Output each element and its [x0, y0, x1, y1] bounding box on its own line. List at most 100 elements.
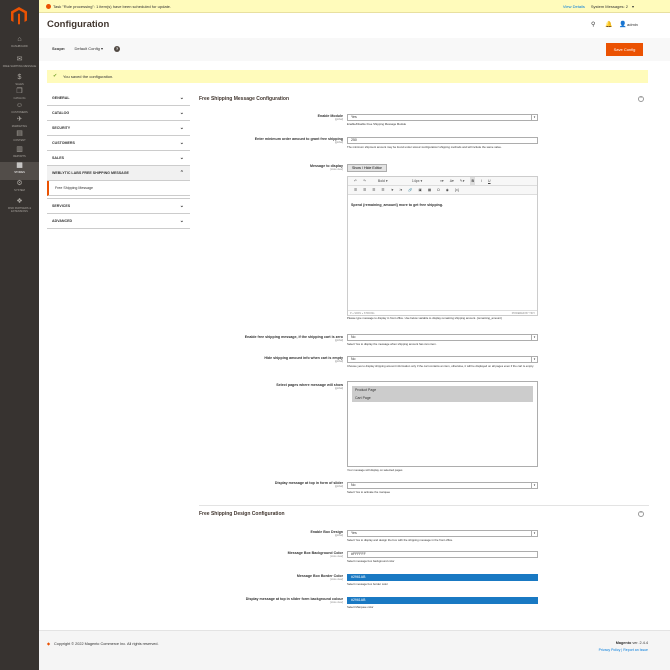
section-title-design[interactable]: Free Shipping Design Configuration: [199, 511, 285, 517]
bold-icon[interactable]: B: [470, 177, 476, 186]
powered-by: POWERED BY TINY: [511, 312, 535, 315]
menu-item-catalog[interactable]: ❒ Catalog: [0, 88, 39, 102]
magento-logo-icon[interactable]: [9, 6, 29, 26]
link-icon[interactable]: 🔗: [408, 186, 412, 195]
notifications-bell-icon[interactable]: 🔔: [605, 21, 612, 28]
text-color-icon[interactable]: A▾: [450, 177, 454, 186]
zero-cart-select[interactable]: No ▾: [347, 334, 538, 341]
config-subtab-free-shipping-message[interactable]: Free Shipping Message: [47, 181, 190, 196]
scope-hint: [global]: [334, 360, 343, 363]
scope-hint: [store view]: [330, 168, 343, 171]
menu-item-reports[interactable]: ▥ Reports: [0, 146, 39, 162]
slider-bg-color-input[interactable]: #2961AB: [347, 597, 538, 604]
italic-icon[interactable]: I: [481, 177, 482, 186]
sales-icon: $: [17, 74, 22, 81]
border-color-input[interactable]: #2961AB: [347, 574, 538, 581]
redo-icon[interactable]: ↷: [363, 177, 366, 186]
chevron-down-icon: ⌄: [179, 95, 184, 101]
min-amount-label: Enter minimum order amount to grant free…: [203, 137, 343, 144]
collapse-icon[interactable]: ⌃: [638, 96, 644, 102]
size-dropdown[interactable]: 14px ▾: [406, 177, 434, 186]
menu-item-label: Find Partners & Extensions: [7, 207, 32, 213]
menu-item-label: Catalog: [13, 97, 26, 100]
format-dropdown[interactable]: Bold ▾: [372, 177, 400, 186]
numbered-list-icon[interactable]: ⁞▾: [399, 186, 402, 195]
widget-icon[interactable]: ◉: [446, 186, 449, 195]
menu-item-free-shipping[interactable]: ✉ Free Shipping Message: [0, 56, 39, 74]
menu-item-system[interactable]: ⚙ System: [0, 180, 39, 198]
page-option[interactable]: Cart Page: [352, 394, 533, 402]
chevron-down-icon: ▾: [531, 483, 537, 488]
slider-select[interactable]: No ▾: [347, 482, 538, 489]
pages-label: Select pages where message will show [glo…: [203, 383, 343, 390]
bullet-list-icon[interactable]: ⁝▾: [391, 186, 394, 195]
bg-color-note: Select message box background color: [347, 559, 395, 563]
align-center-icon[interactable]: ☰: [363, 186, 366, 195]
align-icon[interactable]: ≡▾: [440, 177, 444, 186]
user-icon[interactable]: 👤: [619, 21, 626, 28]
tab-label: SALES: [52, 156, 64, 160]
system-messages-link[interactable]: System Messages: 2: [591, 4, 628, 9]
collapse-icon[interactable]: ⌃: [638, 511, 644, 517]
enable-box-select[interactable]: Yes ▾: [347, 530, 538, 537]
slider-bg-label: Display message at top in slider form ba…: [203, 597, 343, 604]
align-left-icon[interactable]: ☰: [354, 186, 357, 195]
free-shipping-icon: ✉: [16, 56, 23, 63]
footer: [39, 630, 670, 670]
user-name[interactable]: admin: [627, 22, 638, 27]
hide-info-select[interactable]: No ▾: [347, 356, 538, 363]
menu-item-marketing[interactable]: ✈ Marketing: [0, 116, 39, 130]
config-tab[interactable]: ADVANCED ⌄: [47, 214, 190, 229]
image-icon[interactable]: ▣: [419, 186, 422, 195]
save-config-button[interactable]: Save Config: [606, 43, 643, 56]
config-tab[interactable]: SALES ⌄: [47, 151, 190, 166]
report-issue-link[interactable]: Report an Issue: [623, 648, 648, 652]
chevron-down-icon[interactable]: ▾: [632, 4, 634, 9]
menu-item-label: Reports: [13, 155, 26, 158]
search-icon[interactable]: ⚲: [591, 21, 595, 28]
menu-item-partners[interactable]: ❖ Find Partners & Extensions: [0, 198, 39, 216]
config-tabs: GENERAL ⌄ CATALOG ⌄ SECURITY ⌄ CUSTOMERS ⌄ SALES…: [47, 91, 190, 229]
show-hide-editor-button[interactable]: Show / Hide Editor: [347, 164, 387, 172]
chevron-down-icon: ⌄: [179, 110, 184, 116]
bg-color-label: Message Box Background Color [store view]: [203, 551, 343, 558]
config-tab[interactable]: SERVICES ⌄: [47, 199, 190, 214]
notice-text: Task "Rule processing": 1 item(s) have b…: [53, 4, 172, 9]
menu-item-label: Stores: [14, 171, 25, 174]
warning-icon: [46, 4, 51, 9]
pages-multiselect[interactable]: Product Page Cart Page: [347, 381, 538, 467]
editor-content[interactable]: Spend {remaining_amount} more to get fre…: [351, 203, 443, 207]
field-label-text: Enter minimum order amount to grant free…: [254, 137, 343, 141]
align-justify-icon[interactable]: ☰: [381, 186, 384, 195]
table-icon[interactable]: ▦: [428, 186, 431, 195]
highlight-icon[interactable]: ✎▾: [460, 177, 465, 186]
menu-item-customers[interactable]: ☺ Customers: [0, 102, 39, 116]
wysiwyg-editor[interactable]: ↶ ↷ Bold ▾ 14px ▾ ≡▾ A▾ ✎▾ B I U ☰ ☰ ☰ ☰ ⁝▾ ⁞▾ 🔗 ▣ ▦ Ω ◉ {x} S…: [347, 176, 538, 316]
menu-item-sales[interactable]: $ Sales: [0, 74, 39, 88]
editor-toolbar-1: ↶ ↷ Bold ▾ 14px ▾ ≡▾ A▾ ✎▾ B I U: [348, 177, 537, 186]
tab-label: SECURITY: [52, 126, 71, 130]
special-char-icon[interactable]: Ω: [437, 186, 440, 195]
config-tab[interactable]: GENERAL ⌄: [47, 91, 190, 106]
page-option[interactable]: Product Page: [352, 386, 533, 394]
variable-icon[interactable]: {x}: [455, 186, 459, 195]
section-title-message[interactable]: Free Shipping Message Configuration: [199, 96, 289, 102]
config-tab[interactable]: CATALOG ⌄: [47, 106, 190, 121]
menu-item-stores[interactable]: ▦ Stores: [0, 162, 39, 180]
privacy-policy-link[interactable]: Privacy Policy: [599, 648, 621, 652]
config-tab[interactable]: WEBLYTIC LABS FREE SHIPPING MESSAGE ⌃: [47, 166, 190, 181]
border-color-note: Select message box border color: [347, 582, 388, 586]
enable-module-select[interactable]: Yes ▾: [347, 114, 538, 121]
config-tab[interactable]: CUSTOMERS ⌄: [47, 136, 190, 151]
align-right-icon[interactable]: ☰: [372, 186, 375, 195]
min-amount-input[interactable]: 250: [347, 137, 538, 144]
undo-icon[interactable]: ↶: [354, 177, 357, 186]
help-icon[interactable]: ?: [114, 46, 121, 52]
bg-color-input[interactable]: #FFFFFF: [347, 551, 538, 558]
underline-icon[interactable]: U: [488, 177, 491, 186]
menu-item-content[interactable]: ▤ Content: [0, 130, 39, 146]
scope-dropdown[interactable]: Default Config ▾: [74, 46, 102, 51]
config-tab[interactable]: SECURITY ⌄: [47, 121, 190, 136]
menu-item-dashboard[interactable]: ⌂ Dashboard: [0, 36, 39, 56]
view-details-link[interactable]: View Details: [563, 4, 585, 9]
